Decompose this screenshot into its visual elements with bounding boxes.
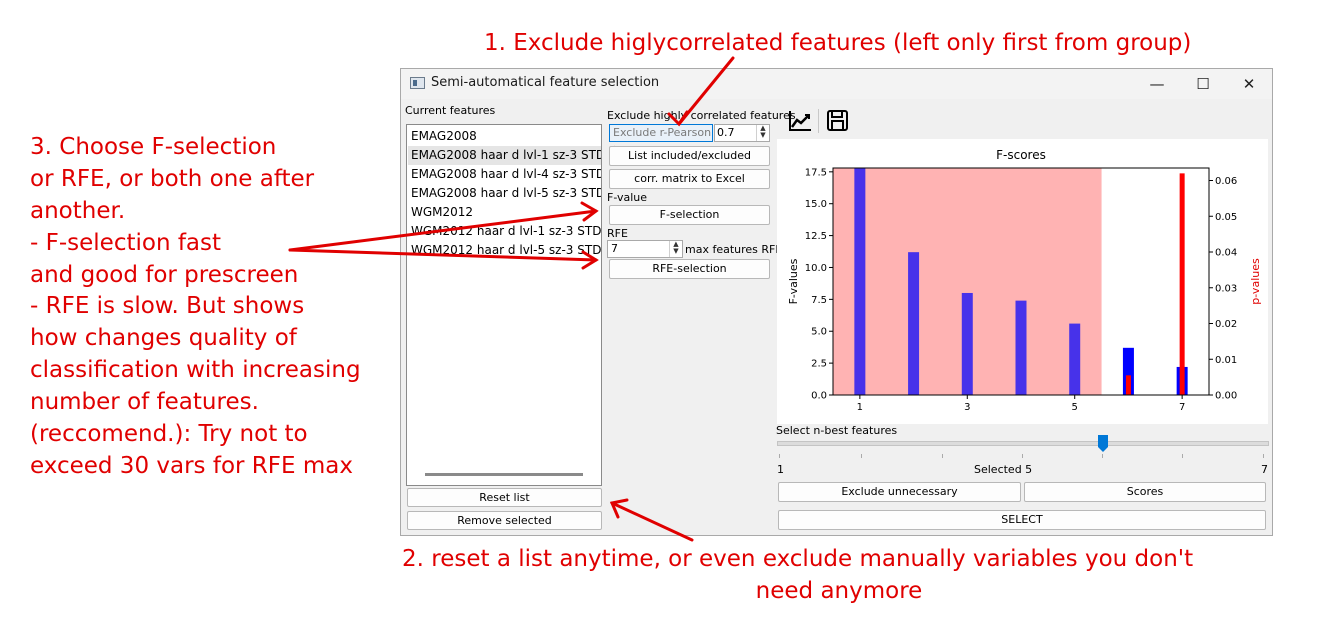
- arrow-to-reset: [610, 501, 694, 542]
- annotation-arrows: [288, 56, 735, 542]
- arrowhead: [667, 110, 689, 127]
- arrow-to-rfe: [288, 248, 598, 262]
- arrow-to-f-selection: [288, 209, 598, 252]
